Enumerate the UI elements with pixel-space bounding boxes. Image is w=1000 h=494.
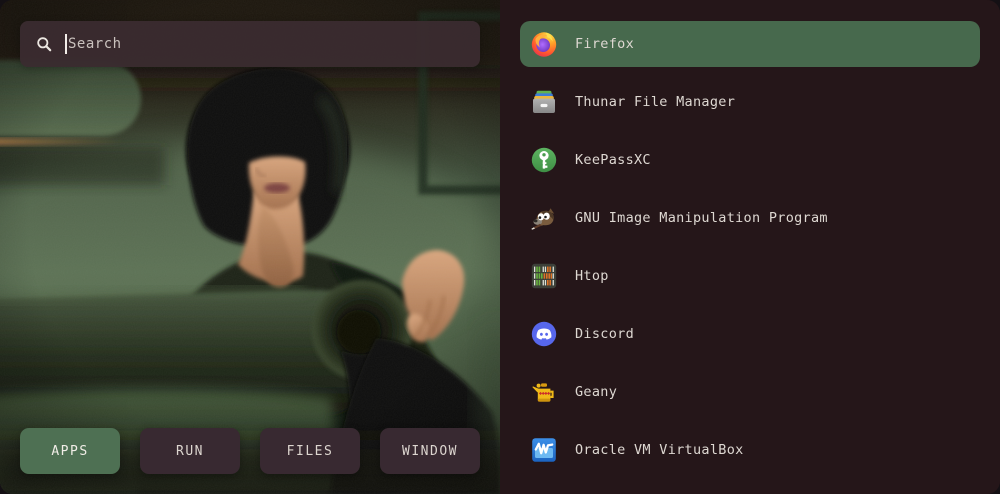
app-label: Oracle VM VirtualBox [575,442,744,458]
app-row-keepassxc[interactable]: KeePassXC [520,137,980,183]
discord-icon [530,320,558,348]
app-label: GNU Image Manipulation Program [575,210,828,226]
htop-icon [530,262,558,290]
mode-button-apps[interactable]: APPS [20,428,120,474]
app-row-htop[interactable]: Htop [520,253,980,299]
app-label: Htop [575,268,609,284]
app-row-virtualbox[interactable]: Oracle VM VirtualBox [520,427,980,473]
search-input[interactable] [68,36,466,52]
app-row-thunar[interactable]: Thunar File Manager [520,79,980,125]
keepassxc-icon [530,146,558,174]
virtualbox-icon [530,436,558,464]
app-row-firefox[interactable]: Firefox [520,21,980,67]
geany-icon [530,378,558,406]
app-list: Firefox Thunar File Manager [500,0,1000,494]
app-row-gimp[interactable]: GNU Image Manipulation Program [520,195,980,241]
gimp-icon [530,204,558,232]
app-row-discord[interactable]: Discord [520,311,980,357]
mode-button-row: APPS RUN FILES WINDOW [20,428,480,474]
wallpaper-illustration [0,0,500,494]
mode-button-window[interactable]: WINDOW [380,428,480,474]
app-label: Thunar File Manager [575,94,735,110]
search-icon [36,36,52,52]
thunar-icon [530,88,558,116]
mode-button-run[interactable]: RUN [140,428,240,474]
left-pane: APPS RUN FILES WINDOW [0,0,500,494]
app-label: Discord [575,326,634,342]
mode-button-files[interactable]: FILES [260,428,360,474]
app-label: Firefox [575,36,634,52]
app-launcher-window: APPS RUN FILES WINDOW [0,0,1000,494]
text-caret [65,34,67,54]
search-bar[interactable] [20,21,480,67]
app-row-geany[interactable]: Geany [520,369,980,415]
app-label: Geany [575,384,617,400]
app-label: KeePassXC [575,152,651,168]
firefox-icon [530,30,558,58]
